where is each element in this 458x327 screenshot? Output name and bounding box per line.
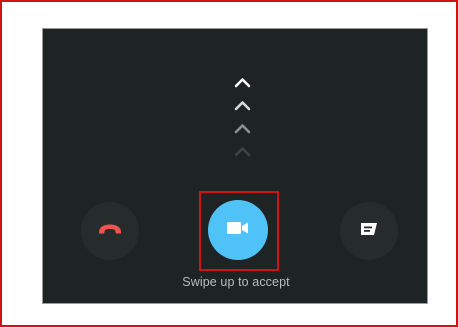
phone-hangup-icon <box>97 222 123 241</box>
chevron-up-icon <box>234 100 251 111</box>
reply-message-button[interactable] <box>340 202 398 260</box>
chevron-up-icon <box>234 77 251 88</box>
video-camera-icon <box>226 220 250 241</box>
annotation-frame: Swipe up to accept <box>0 0 458 327</box>
chevron-up-icon <box>234 146 251 157</box>
message-icon <box>360 222 378 241</box>
swipe-hint-text: Swipe up to accept <box>182 275 290 289</box>
decline-call-button[interactable] <box>81 202 139 260</box>
chevron-up-icon <box>234 123 251 134</box>
incoming-call-screen: Swipe up to accept <box>42 28 428 304</box>
accept-video-call-button[interactable] <box>208 200 268 260</box>
